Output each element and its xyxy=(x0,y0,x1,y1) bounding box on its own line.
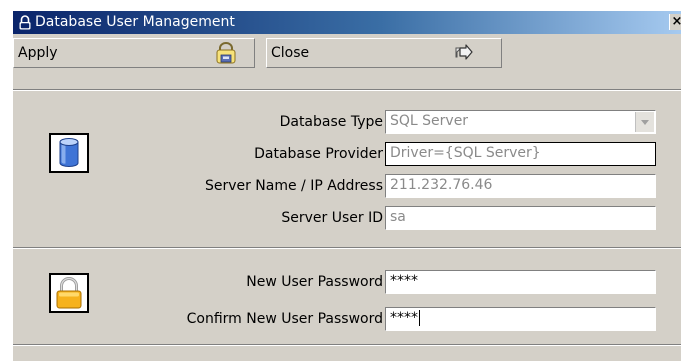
server-user-id-label: Server User ID xyxy=(281,210,383,226)
new-password-field[interactable]: **** xyxy=(385,270,656,294)
title-bar[interactable]: Database User Management × xyxy=(13,11,681,34)
database-provider-field[interactable]: Driver={SQL Server} xyxy=(385,142,656,166)
exit-arrow-icon xyxy=(455,44,473,60)
database-type-select[interactable]: SQL Server xyxy=(385,110,656,134)
database-cylinder-icon xyxy=(49,133,89,173)
new-password-value: **** xyxy=(390,273,418,289)
server-name-field[interactable]: 211.232.76.46 xyxy=(385,174,656,198)
database-type-label: Database Type xyxy=(279,114,383,130)
apply-button[interactable]: Apply xyxy=(13,38,255,68)
server-user-id-field[interactable]: sa xyxy=(385,206,656,230)
server-name-label: Server Name / IP Address xyxy=(204,178,383,194)
database-type-value: SQL Server xyxy=(390,113,469,129)
toolbar: Apply Close xyxy=(13,34,681,72)
dialog-window: Database User Management × Apply Close D… xyxy=(12,10,681,361)
chevron-down-icon[interactable] xyxy=(635,112,654,132)
confirm-password-field[interactable]: **** xyxy=(385,307,656,331)
database-provider-label: Database Provider xyxy=(254,146,383,162)
separator-middle xyxy=(13,247,681,249)
padlock-icon xyxy=(19,15,31,30)
confirm-password-value: **** xyxy=(390,310,418,326)
close-window-button[interactable]: × xyxy=(669,14,681,30)
window-title: Database User Management xyxy=(35,14,235,30)
separator-bottom xyxy=(13,344,681,346)
text-caret xyxy=(419,310,420,326)
new-password-label: New User Password xyxy=(246,274,383,290)
server-user-id-value: sa xyxy=(390,209,406,225)
close-button[interactable]: Close xyxy=(266,38,502,68)
padlock-icon xyxy=(49,273,89,313)
apply-label: Apply xyxy=(18,45,58,61)
confirm-password-label: Confirm New User Password xyxy=(186,311,383,327)
save-disk-icon xyxy=(216,42,236,64)
server-name-value: 211.232.76.46 xyxy=(390,177,493,193)
close-label: Close xyxy=(271,45,310,61)
database-provider-value: Driver={SQL Server} xyxy=(390,145,541,161)
separator-top xyxy=(13,89,681,91)
